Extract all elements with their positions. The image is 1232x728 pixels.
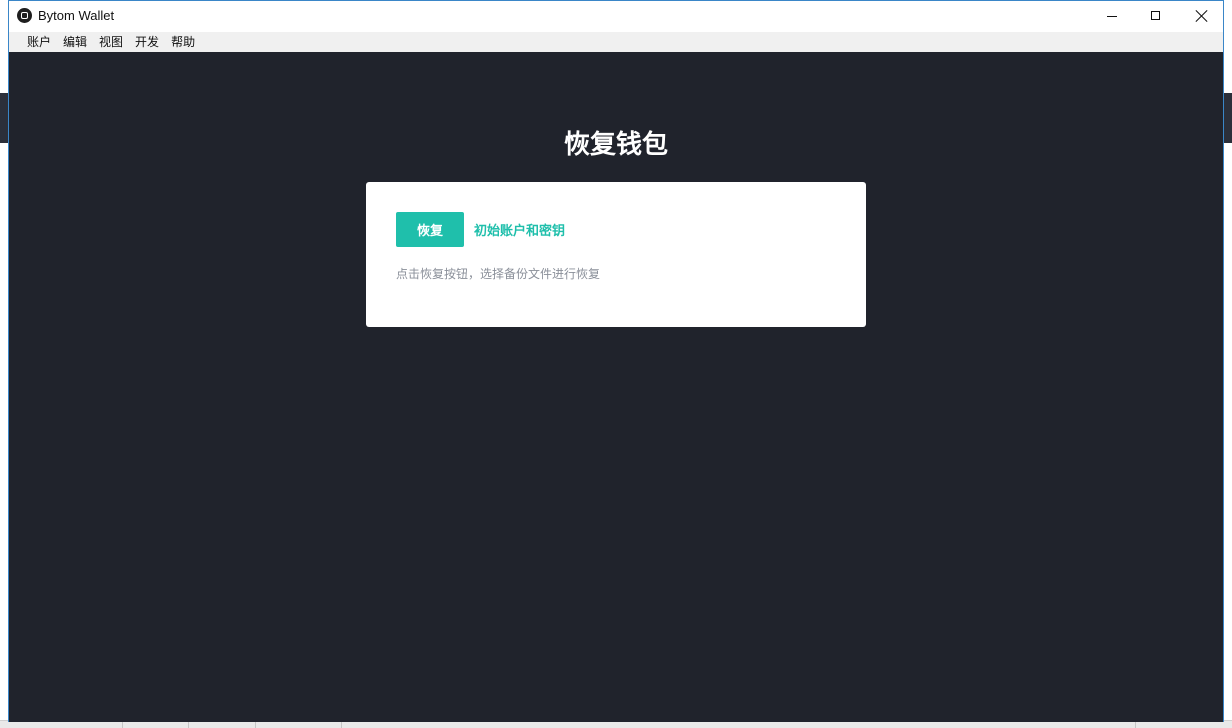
close-icon: [1195, 9, 1209, 23]
menu-item-view[interactable]: 视图: [93, 32, 129, 52]
menu-bar: 账户 编辑 视图 开发 帮助: [9, 32, 1223, 52]
menu-item-account[interactable]: 账户: [21, 32, 57, 52]
minimize-button[interactable]: [1089, 1, 1135, 31]
title-bar[interactable]: Bytom Wallet: [9, 1, 1223, 31]
taskbar-divider: [122, 721, 123, 728]
restore-card: 恢复 初始账户和密钥 点击恢复按钮，选择备份文件进行恢复: [366, 182, 866, 327]
menu-item-help[interactable]: 帮助: [165, 32, 201, 52]
main-content: 恢复钱包 恢复 初始账户和密钥 点击恢复按钮，选择备份文件进行恢复: [9, 52, 1223, 722]
minimize-icon: [1107, 16, 1117, 17]
taskbar-divider: [1135, 721, 1136, 728]
desktop-background-left-dark: [0, 93, 8, 143]
taskbar-divider: [188, 721, 189, 728]
menu-item-develop[interactable]: 开发: [129, 32, 165, 52]
close-button[interactable]: [1179, 1, 1225, 31]
desktop-background-right-dark: [1224, 93, 1232, 143]
app-window: Bytom Wallet 账户 编辑 视图 开发 帮助 恢复钱包 恢复 初始账户…: [8, 0, 1224, 722]
bytom-logo-icon: [17, 8, 32, 23]
restore-hint: 点击恢复按钮，选择备份文件进行恢复: [396, 267, 601, 281]
restore-button[interactable]: 恢复: [396, 212, 464, 247]
window-title: Bytom Wallet: [38, 8, 115, 23]
page-title: 恢复钱包: [563, 130, 668, 160]
taskbar-divider: [255, 721, 256, 728]
maximize-button[interactable]: [1133, 1, 1179, 31]
maximize-icon: [1151, 11, 1160, 20]
taskbar-divider: [341, 721, 342, 728]
init-account-key-link[interactable]: 初始账户和密钥: [474, 220, 565, 239]
menu-item-edit[interactable]: 编辑: [57, 32, 93, 52]
